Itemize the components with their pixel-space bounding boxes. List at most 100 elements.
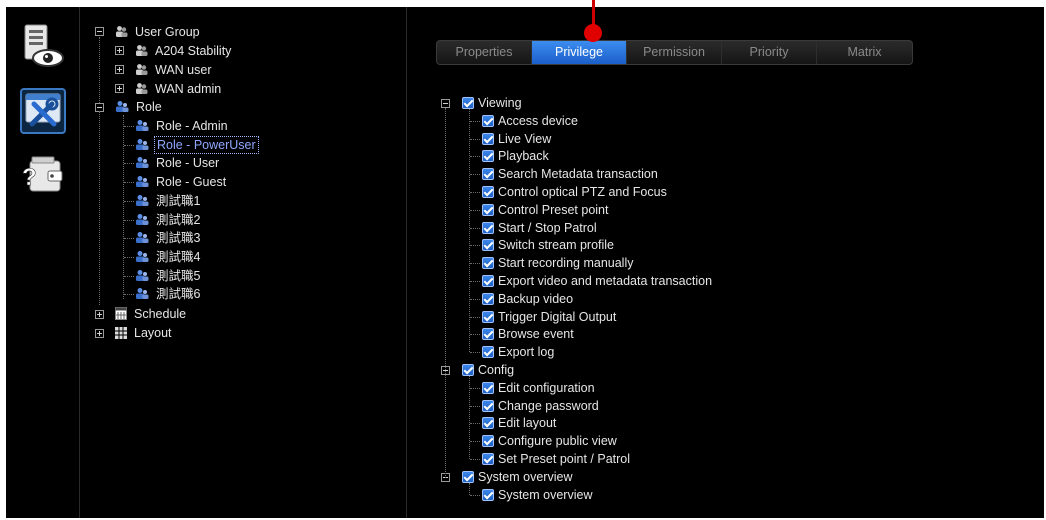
checkbox-checked[interactable]	[462, 97, 474, 109]
privilege-item[interactable]: Access device	[482, 113, 578, 130]
privilege-item[interactable]: Switch stream profile	[482, 237, 614, 254]
tree-connector	[124, 275, 134, 277]
monitor-eye-icon[interactable]	[20, 23, 66, 69]
expand-group-toggle[interactable]	[115, 46, 124, 55]
privilege-item[interactable]: System overview	[482, 487, 592, 504]
checkbox-checked[interactable]	[482, 381, 494, 394]
privilege-item[interactable]: Live View	[482, 131, 551, 148]
privilege-item[interactable]: Trigger Digital Output	[482, 309, 616, 326]
tab-privilege[interactable]: Privilege	[532, 41, 627, 64]
privilege-category[interactable]: System overview	[462, 469, 572, 486]
tree-node-label: Role - User	[156, 156, 220, 171]
checkbox-checked[interactable]	[482, 292, 494, 305]
privilege-item[interactable]: Edit configuration	[482, 380, 595, 397]
checkbox-checked[interactable]	[482, 257, 494, 270]
privilege-item[interactable]: Start recording manually	[482, 255, 633, 272]
privilege-item[interactable]: Change password	[482, 398, 599, 415]
privilege-item[interactable]: Export video and metadata transaction	[482, 273, 712, 290]
tree-node-label: Role	[136, 100, 162, 114]
tree-node-role-item[interactable]: 測試職3	[135, 229, 202, 247]
checkbox-checked[interactable]	[482, 221, 494, 234]
tree-node-role-item[interactable]: 測試職1	[135, 192, 202, 210]
expand-group-toggle[interactable]	[115, 84, 124, 93]
tab-permission[interactable]: Permission	[627, 41, 722, 64]
checkbox-checked[interactable]	[482, 328, 494, 341]
tree-node-label: 測試職5	[156, 268, 201, 283]
expand-group-toggle[interactable]	[115, 65, 124, 74]
tree-node-role[interactable]: Role	[115, 98, 164, 116]
tree-node-group[interactable]: A204 Stability	[135, 42, 233, 60]
privilege-item[interactable]: Edit layout	[482, 415, 556, 432]
checkbox-checked[interactable]	[482, 203, 494, 216]
tree-node-role-item[interactable]: Role - Guest	[135, 173, 228, 191]
privilege-item[interactable]: Control Preset point	[482, 202, 608, 219]
checkbox-checked[interactable]	[462, 364, 474, 376]
expand-layout-toggle[interactable]	[95, 329, 104, 338]
collapse-user-group-toggle[interactable]	[95, 27, 104, 36]
checkbox-checked[interactable]	[482, 346, 494, 359]
privilege-item[interactable]: Backup video	[482, 291, 573, 308]
tree-node-role-item[interactable]: Role - Admin	[135, 117, 230, 135]
privilege-item[interactable]: Playback	[482, 148, 549, 165]
privilege-item[interactable]: Configure public view	[482, 433, 617, 450]
tree-node-group[interactable]: WAN admin	[135, 80, 223, 98]
tree-node-role-selected[interactable]: Role - PowerUser	[135, 135, 259, 154]
tree-node-label: Role - Admin	[156, 119, 228, 133]
checkbox-checked[interactable]	[482, 310, 494, 323]
tree-connector	[99, 37, 100, 109]
layout-icon	[115, 326, 127, 344]
privilege-label: Edit configuration	[498, 380, 595, 395]
checkbox-checked[interactable]	[482, 132, 494, 145]
tree-node-group[interactable]: WAN user	[135, 61, 214, 79]
tree-node-label: Role - PowerUser	[154, 135, 259, 154]
checkbox-checked[interactable]	[482, 275, 494, 287]
tree-node-schedule[interactable]: Schedule	[115, 305, 188, 323]
checkbox-checked[interactable]	[482, 114, 494, 127]
role-icon	[135, 287, 149, 305]
expand-schedule-toggle[interactable]	[95, 310, 104, 319]
tab-properties[interactable]: Properties	[437, 41, 532, 64]
tree-node-role-item[interactable]: 測試職6	[135, 285, 202, 303]
privilege-label: Browse event	[498, 327, 574, 342]
privilege-category[interactable]: Viewing	[462, 95, 522, 112]
privilege-item[interactable]: Browse event	[482, 326, 574, 343]
privilege-label: Change password	[498, 398, 599, 413]
privilege-label: Export log	[498, 345, 555, 360]
checkbox-checked[interactable]	[482, 239, 494, 252]
privilege-item[interactable]: Export log	[482, 344, 554, 361]
privilege-item[interactable]: Start / Stop Patrol	[482, 220, 597, 237]
checkbox-checked[interactable]	[462, 470, 474, 483]
tree-node-role-item[interactable]: 測試職2	[135, 211, 202, 229]
privilege-label: Start / Stop Patrol	[498, 220, 597, 235]
checkbox-checked[interactable]	[482, 453, 494, 465]
collapse-category-toggle[interactable]	[441, 99, 450, 108]
tree-node-layout[interactable]: Layout	[115, 324, 174, 342]
tree-node-label: 測試職2	[156, 212, 201, 227]
privilege-item[interactable]: Control optical PTZ and Focus	[482, 184, 667, 201]
tree-node-user-group[interactable]: User Group	[115, 23, 202, 41]
privilege-label: Config	[478, 363, 515, 377]
settings-tools-icon[interactable]	[20, 88, 66, 134]
tree-connector	[124, 144, 134, 146]
tree-node-role-item[interactable]: Role - User	[135, 154, 221, 172]
role-icon	[135, 250, 149, 268]
tab-priority[interactable]: Priority	[722, 41, 817, 64]
tree-connector	[469, 482, 470, 495]
tree-node-role-item[interactable]: 測試職4	[135, 248, 202, 266]
checkbox-checked[interactable]	[482, 168, 494, 181]
checkbox-checked[interactable]	[482, 435, 494, 448]
checkbox-checked[interactable]	[482, 488, 494, 501]
checkbox-checked[interactable]	[482, 417, 494, 430]
checkbox-checked[interactable]	[482, 150, 494, 163]
help-wallet-icon[interactable]: ?	[20, 153, 66, 199]
tree-connector	[124, 256, 134, 258]
privilege-item[interactable]: Set Preset point / Patrol	[482, 451, 630, 468]
role-icon	[135, 231, 149, 249]
privilege-item[interactable]: Search Metadata transaction	[482, 166, 658, 183]
tree-node-role-item[interactable]: 測試職5	[135, 267, 202, 285]
role-icon	[135, 175, 149, 193]
tab-matrix[interactable]: Matrix	[817, 41, 912, 64]
checkbox-checked[interactable]	[482, 399, 494, 412]
checkbox-checked[interactable]	[482, 186, 494, 198]
tree-connector	[470, 405, 480, 407]
